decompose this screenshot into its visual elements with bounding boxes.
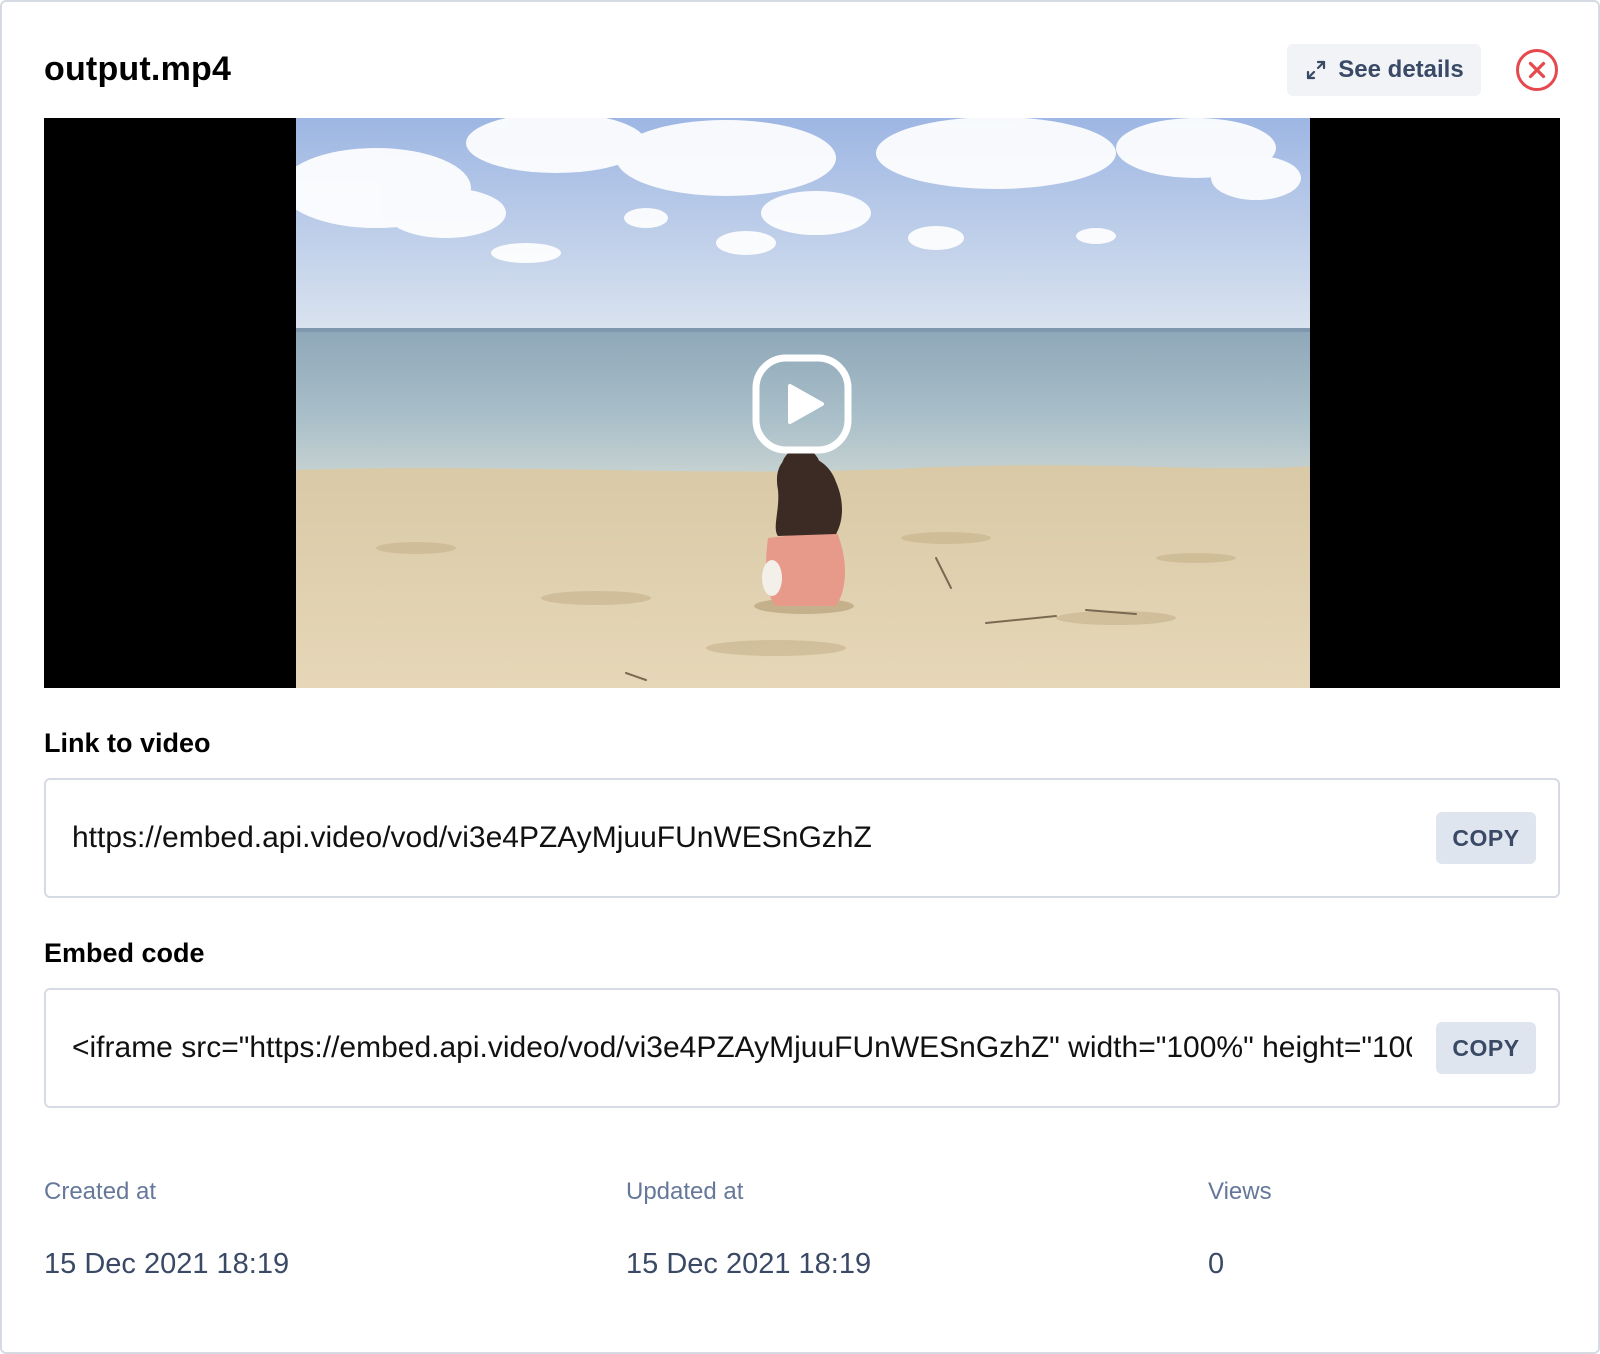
created-at-label: Created at (44, 1178, 157, 1205)
close-button[interactable] (1515, 48, 1559, 92)
views-value: 0 (1208, 1248, 1225, 1280)
dialog-title: output.mp4 (44, 50, 232, 88)
copy-embed-button[interactable]: COPY (1436, 1022, 1536, 1074)
link-field: https://embed.api.video/vod/vi3e4PZAyMju… (44, 778, 1560, 898)
video-player[interactable] (44, 118, 1560, 688)
embed-field: <iframe src="https://embed.api.video/vod… (44, 988, 1560, 1108)
play-icon[interactable] (752, 354, 852, 454)
views-label: Views (1208, 1178, 1272, 1205)
link-section-label: Link to video (44, 728, 211, 758)
video-details-dialog: output.mp4 See details Link to video htt… (0, 0, 1600, 1354)
see-details-label: See details (1338, 56, 1464, 83)
embed-code-value[interactable]: <iframe src="https://embed.api.video/vod… (72, 990, 1412, 1106)
copy-link-button[interactable]: COPY (1436, 812, 1536, 864)
link-value[interactable]: https://embed.api.video/vod/vi3e4PZAyMju… (72, 780, 1412, 896)
expand-icon (1307, 60, 1326, 80)
updated-at-value: 15 Dec 2021 18:19 (626, 1248, 872, 1280)
updated-at-label: Updated at (626, 1178, 744, 1205)
see-details-button[interactable]: See details (1287, 44, 1481, 96)
embed-section-label: Embed code (44, 938, 205, 968)
close-circle-icon (1516, 49, 1558, 91)
created-at-value: 15 Dec 2021 18:19 (44, 1248, 290, 1280)
